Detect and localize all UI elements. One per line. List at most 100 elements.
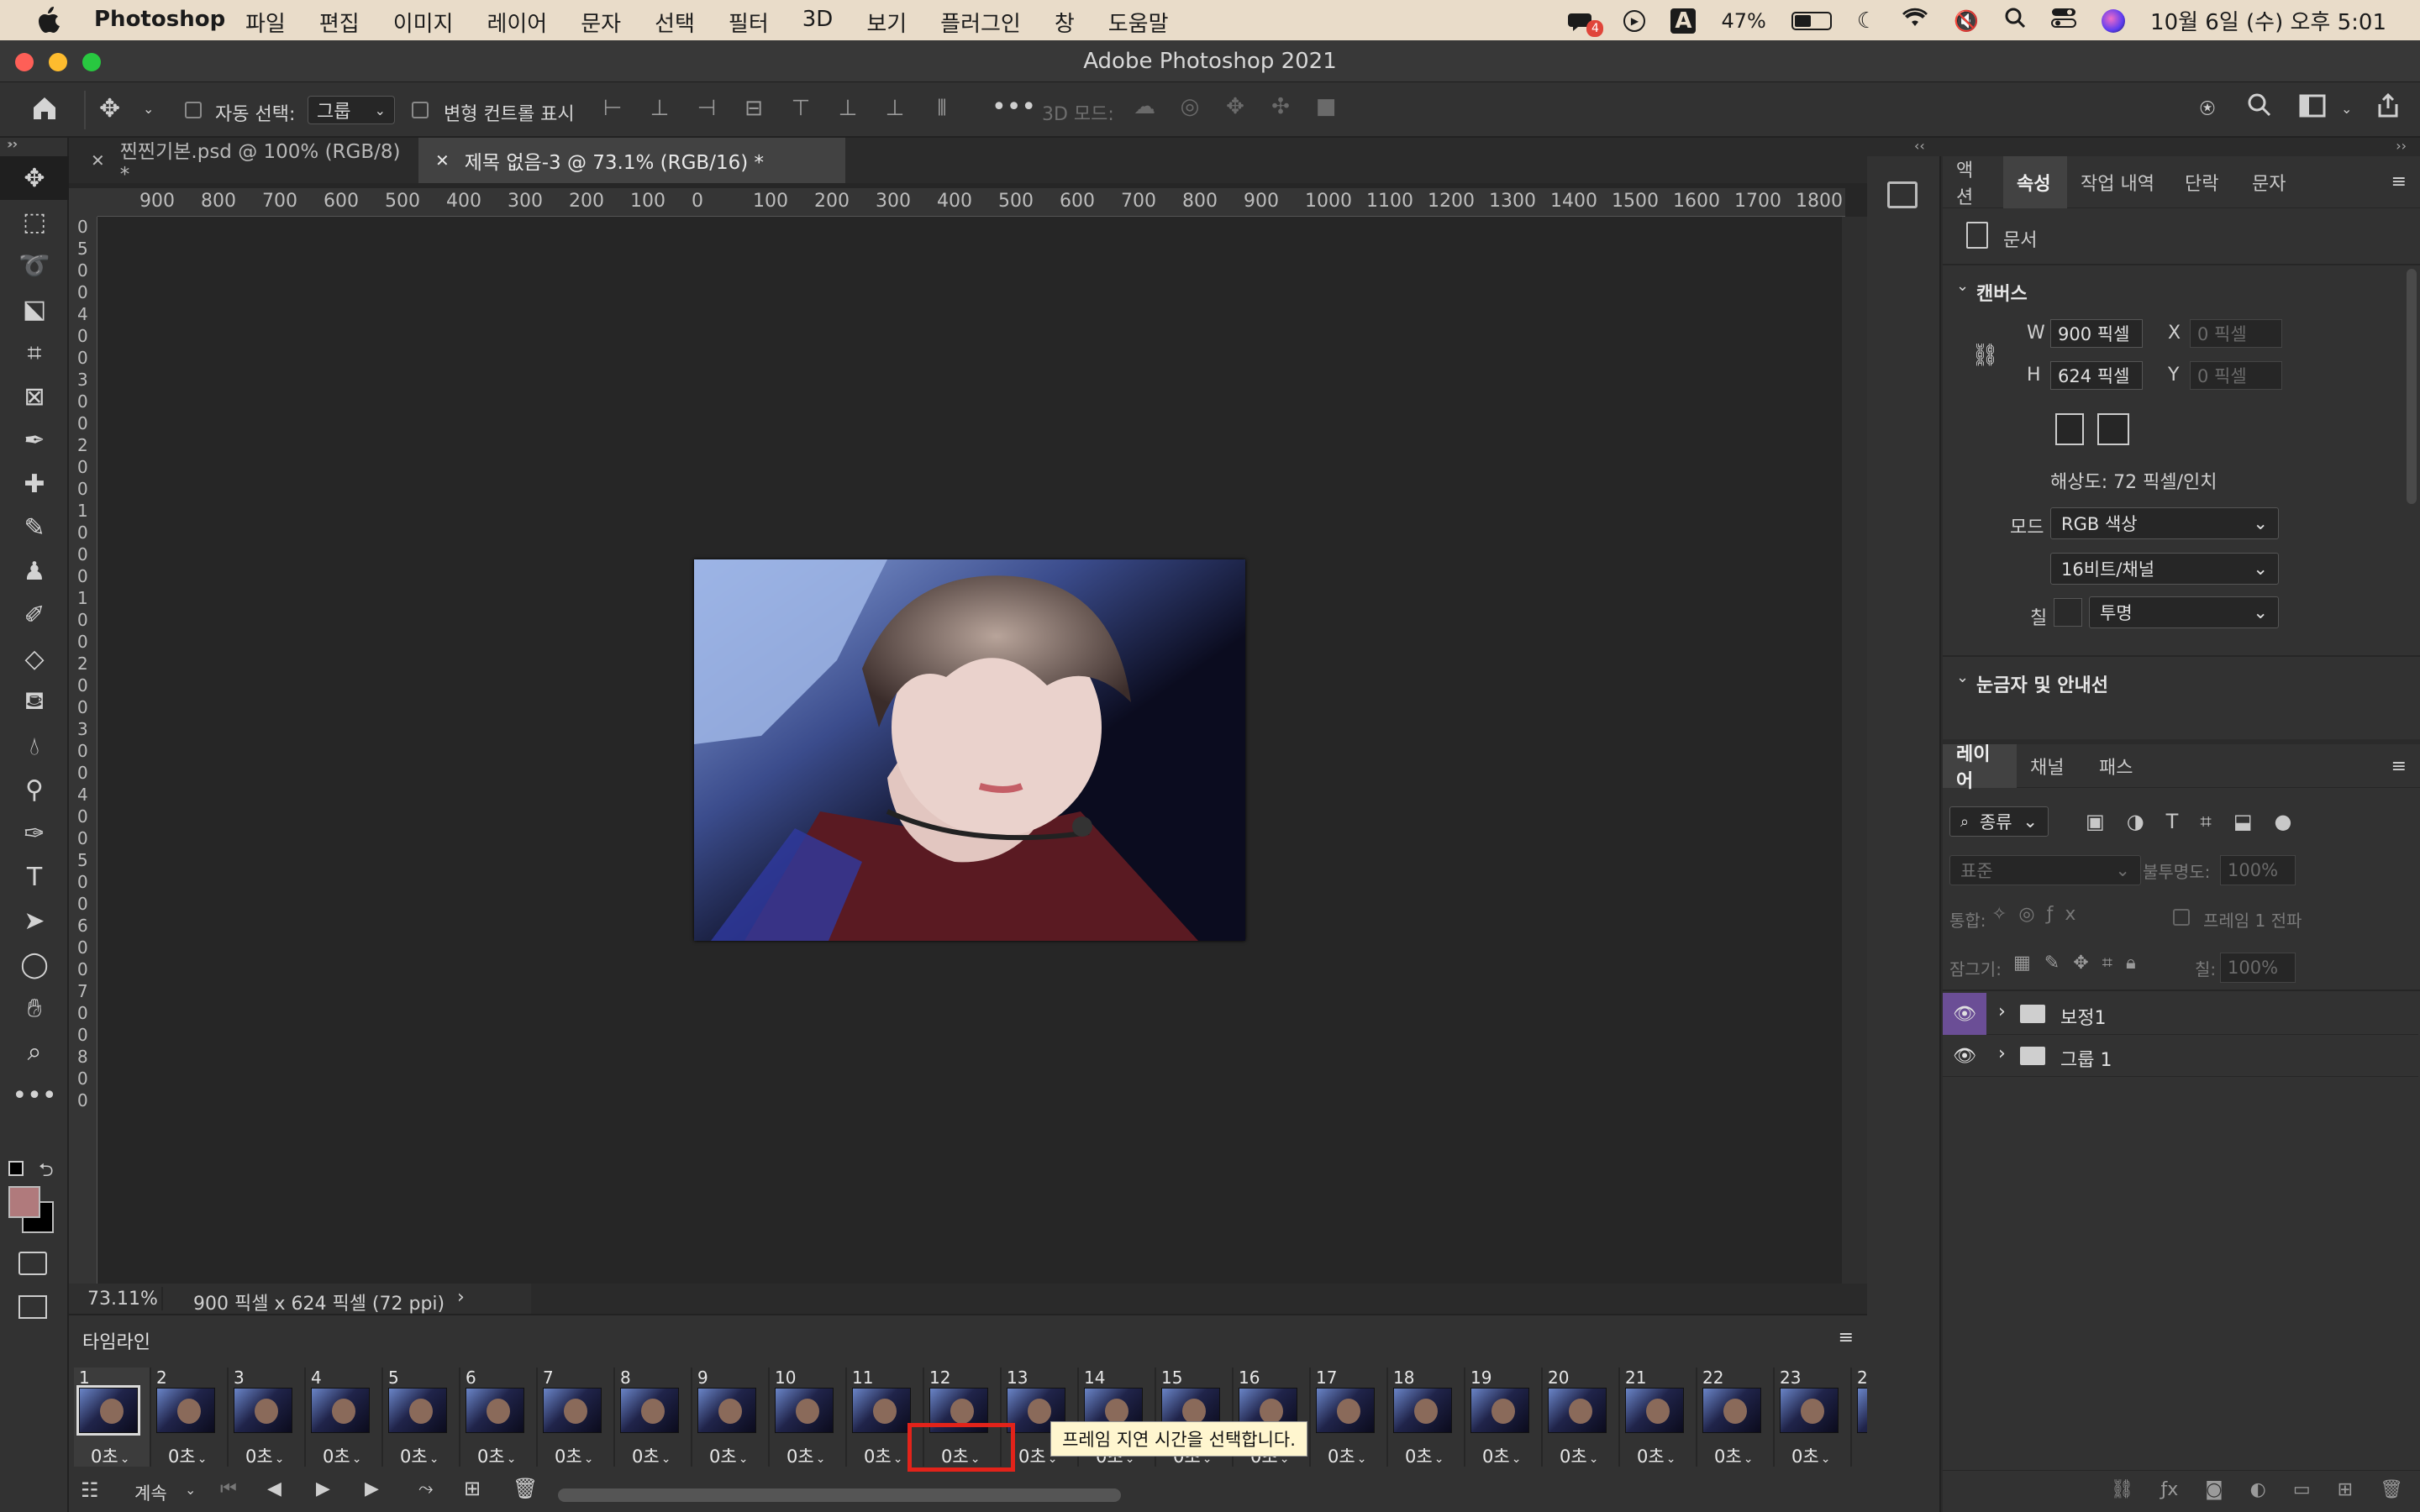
next-frame-icon[interactable]: ▶︎ — [365, 1478, 379, 1499]
timeline-frame[interactable]: 5 0초 ⌄ — [383, 1368, 459, 1467]
libraries-icon[interactable] — [1887, 181, 1918, 208]
moon-icon[interactable]: ☾ — [1857, 8, 1876, 34]
image-filter-icon[interactable]: ▣ — [2086, 810, 2105, 833]
align-top-icon[interactable]: ⊤ — [786, 96, 815, 122]
type-tool-icon[interactable]: T — [0, 855, 69, 899]
roll-3d-icon[interactable]: ◎ — [1176, 94, 1203, 119]
timeline-frame[interactable]: 19 0초 ⌄ — [1465, 1368, 1541, 1467]
type-filter-icon[interactable]: T — [2166, 810, 2179, 833]
control-center-icon[interactable] — [2051, 8, 2077, 34]
more-options-icon[interactable]: ••• — [992, 92, 1036, 122]
auto-select-dropdown[interactable]: 그룹 ⌄ — [308, 96, 395, 124]
zoom-tool-icon[interactable]: ⌕ — [0, 1030, 69, 1074]
menu-item-11[interactable]: 도움말 — [1108, 7, 1169, 38]
duplicate-frame-icon[interactable]: ⊞ — [464, 1477, 481, 1500]
bit-depth-dropdown[interactable]: 16비트/채널 ⌄ — [2050, 553, 2279, 585]
filter-kind-dropdown[interactable]: ⌕ 종류 ⌄ — [1949, 806, 2049, 837]
width-field[interactable]: 900 픽셀 — [2050, 319, 2143, 348]
more-tools-icon[interactable]: ••• — [0, 1074, 69, 1117]
workspace-icon[interactable] — [2299, 94, 2326, 123]
y-field[interactable]: 0 픽셀 — [2190, 361, 2282, 390]
timeline-frame[interactable]: 21 0초 ⌄ — [1620, 1368, 1696, 1467]
delete-layer-icon[interactable]: 🗑︎ — [2380, 1479, 2403, 1504]
delete-frame-icon[interactable]: 🗑︎ — [513, 1477, 538, 1500]
menu-item-1[interactable]: 편집 — [319, 7, 360, 38]
video-3d-icon[interactable]: ■ — [1313, 94, 1339, 119]
input-source-indicator[interactable]: A — [1670, 8, 1697, 34]
menu-item-7[interactable]: 3D — [802, 7, 834, 38]
blend-mode-dropdown[interactable]: 표준 ⌄ — [1949, 855, 2141, 885]
pan-3d-icon[interactable]: ✥ — [1222, 94, 1249, 119]
close-icon[interactable]: ✕ — [91, 150, 105, 171]
app-menu-photoshop[interactable]: Photoshop — [94, 7, 225, 32]
timeline-frame[interactable]: 6 0초 ⌄ — [460, 1368, 536, 1467]
learn-icon[interactable]: ⍟ — [2200, 94, 2215, 123]
horizontal-ruler[interactable]: 900 800 700 600 500 400 300 200 100 0 100 200 300 400… — [97, 188, 1845, 217]
transform-controls-checkbox[interactable] — [412, 102, 429, 118]
chevron-down-icon[interactable]: ⌄ — [1956, 277, 1969, 295]
rulers-guides-section-title[interactable]: 눈금자 및 안내선 — [1976, 670, 2108, 697]
wifi-icon[interactable] — [1902, 8, 1928, 34]
tab-properties-2[interactable]: 작업 내역 — [2067, 156, 2171, 208]
frame-delay-dropdown[interactable]: 0초 ⌄ — [864, 1443, 902, 1468]
smart-object-filter-icon[interactable]: ⬓ — [2233, 810, 2253, 833]
chevron-right-icon[interactable]: › — [1998, 1001, 2006, 1022]
frame-delay-dropdown[interactable]: 0초 ⌄ — [91, 1443, 129, 1468]
menu-item-9[interactable]: 플러그인 — [940, 7, 1021, 38]
menubar-clock[interactable]: 10월 6일 (수) 오후 5:01 — [2150, 5, 2386, 36]
opacity-field[interactable]: 100% — [2220, 855, 2296, 885]
align-right-icon[interactable]: ⊣ — [692, 96, 721, 122]
align-center-h-icon[interactable]: ⊥ — [645, 96, 674, 122]
menu-item-6[interactable]: 필터 — [729, 7, 769, 38]
color-mode-dropdown[interactable]: RGB 색상 ⌄ — [2050, 507, 2279, 539]
timeline-frame[interactable]: 2 0초 ⌄ — [151, 1368, 227, 1467]
battery-icon[interactable] — [1791, 11, 1832, 30]
menu-item-2[interactable]: 이미지 — [393, 7, 454, 38]
timeline-frame[interactable]: 7 0초 ⌄ — [538, 1368, 613, 1467]
tab-document-1[interactable]: ✕ 찐찐기본.psd @ 100% (RGB/8) * — [74, 138, 418, 186]
swap-colors-icon[interactable]: ⮌ — [39, 1156, 54, 1188]
frame-delay-dropdown[interactable]: 0초 ⌄ — [786, 1443, 825, 1468]
x-field[interactable]: 0 픽셀 — [2190, 319, 2282, 348]
lasso-tool-icon[interactable]: ➰ — [0, 244, 69, 287]
close-icon[interactable]: ✕ — [435, 150, 450, 171]
frame-delay-dropdown[interactable]: 0초 ⌄ — [1482, 1443, 1521, 1468]
horizontal-scrollbar[interactable] — [531, 1284, 1867, 1314]
panel-menu-icon[interactable]: ≡ — [2391, 756, 2407, 777]
distribute-v-icon[interactable]: ⫴ — [928, 96, 956, 122]
zoom-level[interactable]: 73.11% — [87, 1289, 158, 1310]
frame-delay-dropdown[interactable]: 0초 ⌄ — [632, 1443, 671, 1468]
history-brush-icon[interactable]: ✐ — [0, 593, 69, 637]
frame-delay-dropdown[interactable]: 0초 ⌄ — [1637, 1443, 1676, 1468]
tab-properties-1[interactable]: 속성 — [2003, 156, 2067, 208]
play-icon[interactable]: ▶︎ — [316, 1478, 330, 1499]
panel-menu-icon[interactable]: ≡ — [2391, 171, 2407, 192]
tab-layers-1[interactable]: 채널 — [2017, 744, 2086, 788]
menu-item-10[interactable]: 창 — [1055, 7, 1075, 38]
mute-icon[interactable]: 🔇 — [1954, 9, 1979, 33]
height-field[interactable]: 624 픽셀 — [2050, 361, 2143, 390]
tab-document-2[interactable]: ✕ 제목 없음-3 @ 73.1% (RGB/16) * — [418, 138, 845, 183]
frame-delay-dropdown[interactable]: 0초 ⌄ — [1328, 1443, 1366, 1468]
link-layers-icon[interactable]: ⛓ — [2111, 1479, 2134, 1504]
shape-tool-icon[interactable]: ◯ — [0, 942, 69, 986]
new-group-icon[interactable]: ▭ — [2293, 1479, 2311, 1504]
share-icon[interactable] — [2375, 92, 2402, 125]
timeline-frame[interactable]: 18 0초 ⌄ — [1388, 1368, 1464, 1467]
menu-item-3[interactable]: 레이어 — [487, 7, 547, 38]
layer-fill-field[interactable]: 100% — [2220, 953, 2296, 983]
shape-filter-icon[interactable]: ⌗ — [2200, 810, 2212, 833]
screen-mode-icon[interactable] — [18, 1295, 47, 1319]
layer-row[interactable]: 👁︎ › 그룹 1 — [1943, 1035, 2418, 1077]
siri-icon[interactable] — [2102, 8, 2126, 33]
timeline-frame[interactable]: 22 0초 ⌄ — [1697, 1368, 1773, 1467]
marquee-tool-icon[interactable]: ⬚ — [0, 200, 69, 244]
tween-icon[interactable]: ⤳ — [418, 1478, 434, 1499]
timeline-frame[interactable]: 20 0초 ⌄ — [1543, 1368, 1618, 1467]
align-middle-icon[interactable]: ⊥ — [834, 96, 862, 122]
path-select-icon[interactable]: ➤ — [0, 899, 69, 942]
brush-tool-icon[interactable]: ✎ — [0, 506, 69, 549]
frame-delay-dropdown[interactable]: 0초 ⌄ — [400, 1443, 439, 1468]
notification-icon[interactable]: 4 — [1568, 8, 1604, 37]
frame-delay-dropdown[interactable]: 0초 ⌄ — [1405, 1443, 1444, 1468]
